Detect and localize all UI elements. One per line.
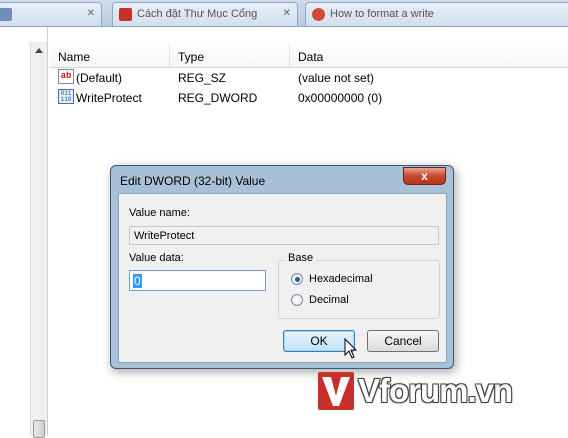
dialog-title: Edit DWORD (32-bit) Value [120,174,266,188]
value-type: REG_SZ [178,71,227,85]
value-data-input[interactable]: 0 [129,270,266,291]
radio-label: Decimal [309,294,349,306]
tab-favicon-icon [312,8,325,21]
radio-button[interactable] [291,294,303,306]
value-type: REG_DWORD [178,91,258,105]
watermark-text: Vforum.vn [358,372,513,409]
browser-tab-3[interactable]: How to format a write [305,2,568,26]
browser-tab-strip: ✕ Cách đặt Thư Mục Cổng ✕ How to format … [0,0,568,27]
value-data: 0x00000000 (0) [298,91,383,105]
radio-button-selected[interactable] [291,273,303,285]
cancel-button[interactable]: Cancel [367,330,439,352]
base-group-box [278,260,440,319]
tab-close-icon[interactable]: ✕ [283,8,291,19]
value-data: (value not set) [298,71,375,85]
vforum-logo-icon [318,372,354,410]
browser-tab-1[interactable]: ✕ [0,2,102,26]
radio-hexadecimal[interactable]: Hexadecimal [291,272,411,288]
edit-dword-dialog: Edit DWORD (32-bit) Value x Value name: … [110,165,454,369]
tab-label: Cách đặt Thư Mục Cổng [137,8,258,20]
list-item[interactable]: 011 110 WriteProtect REG_DWORD 0x00000000… [50,89,568,107]
value-name-label: Value name: [129,207,190,219]
value-name: WriteProtect [76,91,142,105]
scroll-up-arrow-icon[interactable] [35,48,43,53]
radio-label: Hexadecimal [309,273,373,285]
value-data-label: Value data: [129,252,184,264]
list-header: Name Type Data [50,44,568,68]
column-header-label: Data [298,50,324,64]
tab-label: How to format a write [330,8,434,20]
value-name: (Default) [76,71,123,85]
base-group-label: Base [285,252,317,264]
close-button[interactable]: x [403,167,446,185]
dialog-body: Value name: WriteProtect Value data: 0 B… [118,193,447,363]
value-data-text: 0 [133,274,142,288]
browser-tab-2[interactable]: Cách đặt Thư Mục Cổng ✕ [112,2,298,26]
tree-vertical-scrollbar[interactable] [30,42,47,438]
column-header-type[interactable]: Type [170,44,290,68]
value-name-field: WriteProtect [129,226,439,245]
column-header-label: Type [178,50,205,64]
close-icon: x [421,169,428,183]
mouse-pointer-icon [344,338,358,359]
list-item[interactable]: ab (Default) REG_SZ (value not set) [50,69,568,87]
tab-favicon-icon [0,8,12,21]
column-header-data[interactable]: Data [290,44,568,68]
string-value-icon: ab [58,69,74,84]
column-header-label: Name [58,50,91,64]
tab-favicon-icon [119,8,132,21]
dword-value-icon: 011 110 [58,89,74,104]
scrollbar-thumb[interactable] [33,420,45,438]
radio-decimal[interactable]: Decimal [291,293,411,309]
tab-close-icon[interactable]: ✕ [87,8,95,19]
column-header-name[interactable]: Name [50,44,170,68]
